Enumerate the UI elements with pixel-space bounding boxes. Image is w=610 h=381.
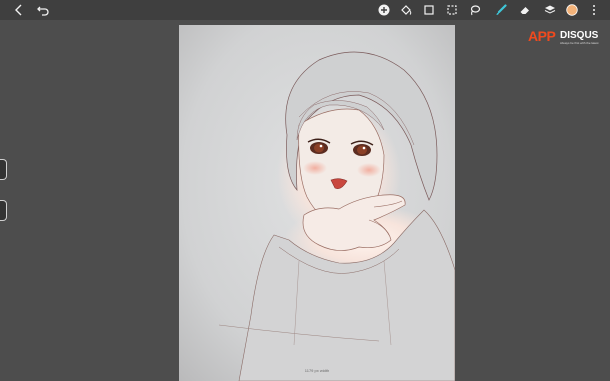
color-swatch-icon[interactable] [564,2,580,18]
watermark-logo: APP DISQUS Always be first with the late… [528,26,606,48]
back-arrow-icon[interactable] [11,2,27,18]
artwork [179,25,455,381]
canvas-caption: 1179 px width [304,368,330,373]
opacity-slider[interactable] [0,200,7,221]
watermark-brand-disqus: DISQUS [560,30,599,41]
crop-icon[interactable] [421,2,437,18]
watermark-brand-app: APP [528,28,556,44]
watermark-tagline: Always be first with the latest [560,41,599,45]
eraser-icon[interactable] [517,2,533,18]
selection-icon[interactable] [444,2,460,18]
fill-bucket-icon[interactable] [398,2,414,18]
top-toolbar [0,0,610,20]
more-icon[interactable] [586,2,602,18]
lasso-icon[interactable] [467,2,483,18]
add-circle-icon[interactable] [376,2,392,18]
layers-icon[interactable] [542,2,558,18]
brush-icon[interactable] [493,2,509,18]
undo-icon[interactable] [35,2,51,18]
brush-size-slider[interactable] [0,159,7,180]
drawing-canvas[interactable]: 1179 px width [179,25,455,381]
